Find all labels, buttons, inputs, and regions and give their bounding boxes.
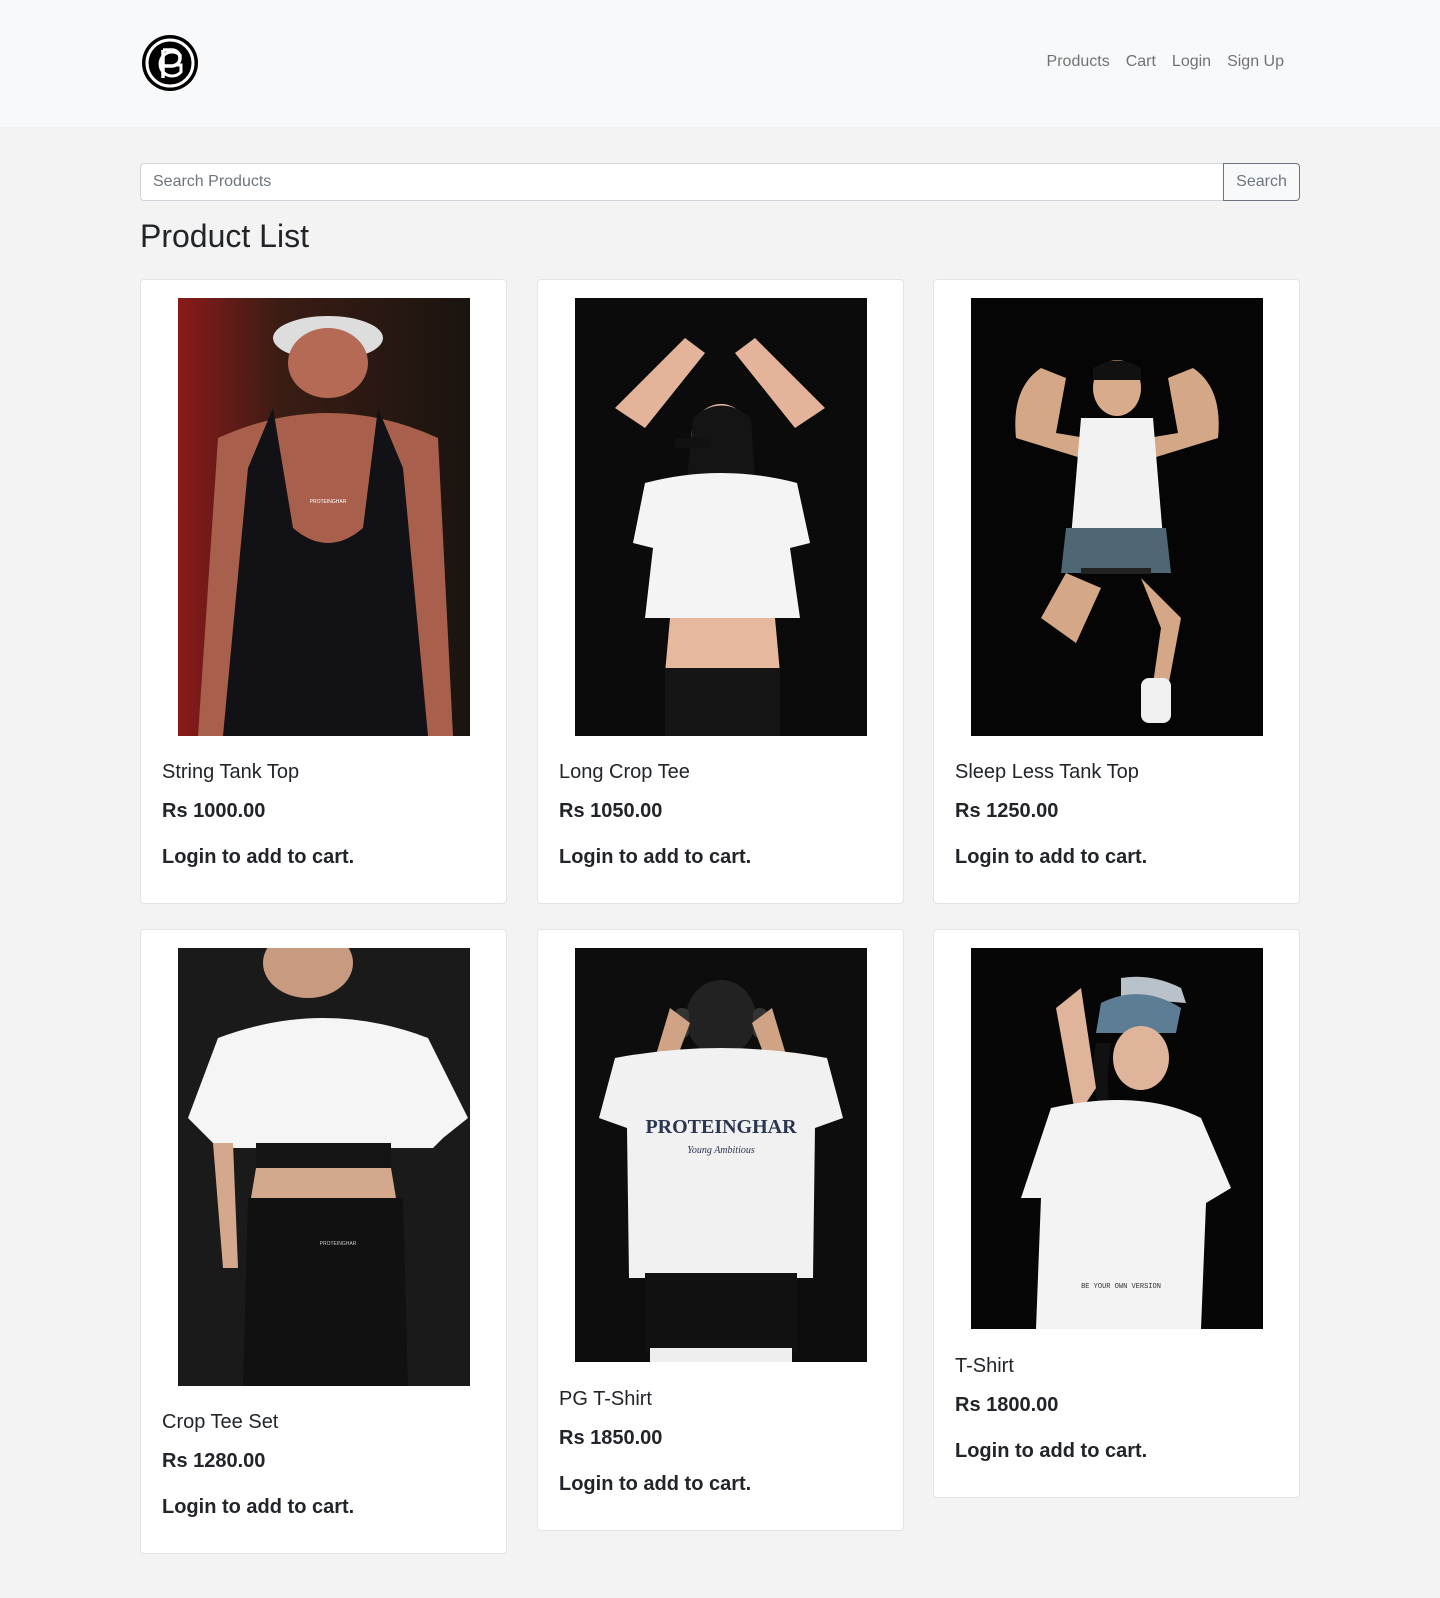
page-title: Product List (140, 218, 309, 254)
product-image[interactable]: BE YOUR OWN VERSION (971, 948, 1263, 1329)
pg-tshirt-photo-icon: PROTEINGHAR Young Ambitious (575, 948, 867, 1362)
product-price: Rs 1850.00 (559, 1427, 663, 1449)
product-card: BE YOUR OWN VERSION T-Shirt Rs 1800.00 L… (933, 929, 1300, 1498)
product-card: PROTEINGHAR String Tank Top Rs 1000.00 L… (140, 279, 507, 904)
product-price: Rs 1000.00 (162, 800, 266, 822)
product-card: PROTEINGHAR Crop Tee Set Rs 1280.00 Logi… (140, 929, 507, 1554)
login-to-add-link[interactable]: Login to add to cart. (162, 845, 354, 869)
product-name: Sleep Less Tank Top (955, 761, 1139, 783)
product-image[interactable]: PROTEINGHAR (178, 948, 470, 1386)
product-name: PG T-Shirt (559, 1388, 652, 1410)
product-image[interactable] (575, 298, 867, 736)
product-card: Sleep Less Tank Top Rs 1250.00 Login to … (933, 279, 1300, 904)
svg-text:PROTEINGHAR: PROTEINGHAR (310, 499, 347, 505)
tank-top-photo-icon: PROTEINGHAR (178, 298, 470, 736)
nav-link-signup[interactable]: Sign Up (1219, 52, 1292, 72)
nav-links: Products Cart Login Sign Up (1039, 52, 1292, 72)
crop-tee-photo-icon (575, 298, 867, 736)
product-name: Long Crop Tee (559, 761, 690, 783)
product-card: PROTEINGHAR Young Ambitious PG T-Shirt R… (537, 929, 904, 1531)
svg-text:BE YOUR OWN VERSION: BE YOUR OWN VERSION (1081, 1283, 1161, 1291)
pg-logo-icon (142, 35, 198, 91)
product-image[interactable]: PROTEINGHAR Young Ambitious (575, 948, 867, 1362)
nav-link-cart[interactable]: Cart (1118, 52, 1164, 72)
login-to-add-link[interactable]: Login to add to cart. (559, 845, 751, 869)
product-name: T-Shirt (955, 1355, 1014, 1377)
crop-tee-set-photo-icon: PROTEINGHAR (178, 948, 470, 1386)
search-input[interactable] (140, 163, 1223, 201)
svg-text:Young Ambitious: Young Ambitious (687, 1145, 755, 1156)
search-bar: Search (140, 163, 1300, 201)
brand-logo[interactable] (141, 34, 199, 92)
product-price: Rs 1800.00 (955, 1394, 1059, 1416)
product-image[interactable]: PROTEINGHAR (178, 298, 470, 736)
product-card: Long Crop Tee Rs 1050.00 Login to add to… (537, 279, 904, 904)
login-to-add-link[interactable]: Login to add to cart. (955, 845, 1147, 869)
login-to-add-link[interactable]: Login to add to cart. (162, 1495, 354, 1519)
nav-link-products[interactable]: Products (1039, 52, 1118, 72)
sleeveless-tank-photo-icon (971, 298, 1263, 736)
svg-text:PROTEINGHAR: PROTEINGHAR (645, 1116, 797, 1138)
product-name: Crop Tee Set (162, 1411, 279, 1433)
product-price: Rs 1050.00 (559, 800, 663, 822)
navbar: Products Cart Login Sign Up (0, 0, 1440, 127)
product-price: Rs 1280.00 (162, 1450, 266, 1472)
svg-text:PROTEINGHAR: PROTEINGHAR (320, 1241, 357, 1247)
search-button[interactable]: Search (1223, 163, 1300, 201)
tshirt-photo-icon: BE YOUR OWN VERSION (971, 948, 1263, 1329)
login-to-add-link[interactable]: Login to add to cart. (559, 1472, 751, 1496)
nav-link-login[interactable]: Login (1164, 52, 1219, 72)
product-price: Rs 1250.00 (955, 800, 1059, 822)
login-to-add-link[interactable]: Login to add to cart. (955, 1439, 1147, 1463)
product-image[interactable] (971, 298, 1263, 736)
product-name: String Tank Top (162, 761, 300, 783)
